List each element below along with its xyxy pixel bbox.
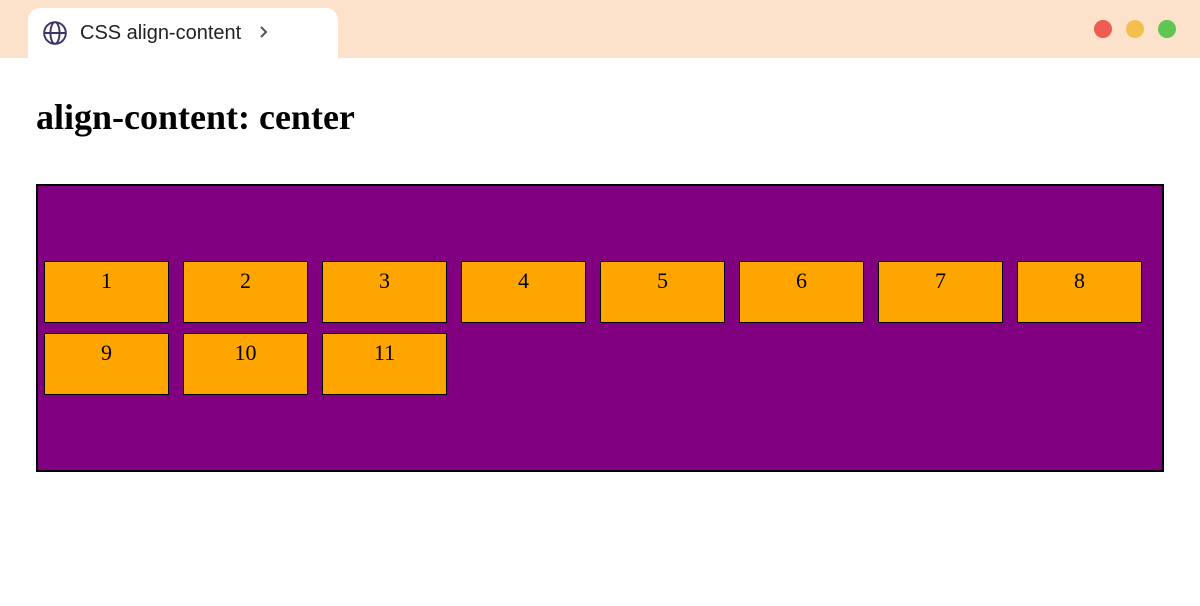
flex-item: 2	[183, 261, 308, 323]
flex-item: 7	[878, 261, 1003, 323]
close-icon[interactable]	[1094, 20, 1112, 38]
browser-tab[interactable]: CSS align-content	[28, 8, 338, 58]
flex-item: 1	[44, 261, 169, 323]
globe-icon	[42, 20, 68, 46]
flex-item: 3	[322, 261, 447, 323]
flex-item: 11	[322, 333, 447, 395]
chevron-right-icon	[259, 23, 269, 44]
page-title: align-content: center	[36, 96, 1164, 138]
maximize-icon[interactable]	[1158, 20, 1176, 38]
flex-item: 5	[600, 261, 725, 323]
browser-window: CSS align-content align-content: center …	[0, 0, 1200, 606]
page-content: align-content: center 1 2 3 4 5 6 7 8 9 …	[0, 58, 1200, 510]
minimize-icon[interactable]	[1126, 20, 1144, 38]
flex-item: 10	[183, 333, 308, 395]
flex-item: 6	[739, 261, 864, 323]
title-bar: CSS align-content	[0, 0, 1200, 58]
tab-title: CSS align-content	[80, 22, 241, 45]
flex-item: 9	[44, 333, 169, 395]
flex-container: 1 2 3 4 5 6 7 8 9 10 11	[36, 184, 1164, 472]
flex-item: 8	[1017, 261, 1142, 323]
window-controls	[1094, 20, 1176, 38]
flex-item: 4	[461, 261, 586, 323]
